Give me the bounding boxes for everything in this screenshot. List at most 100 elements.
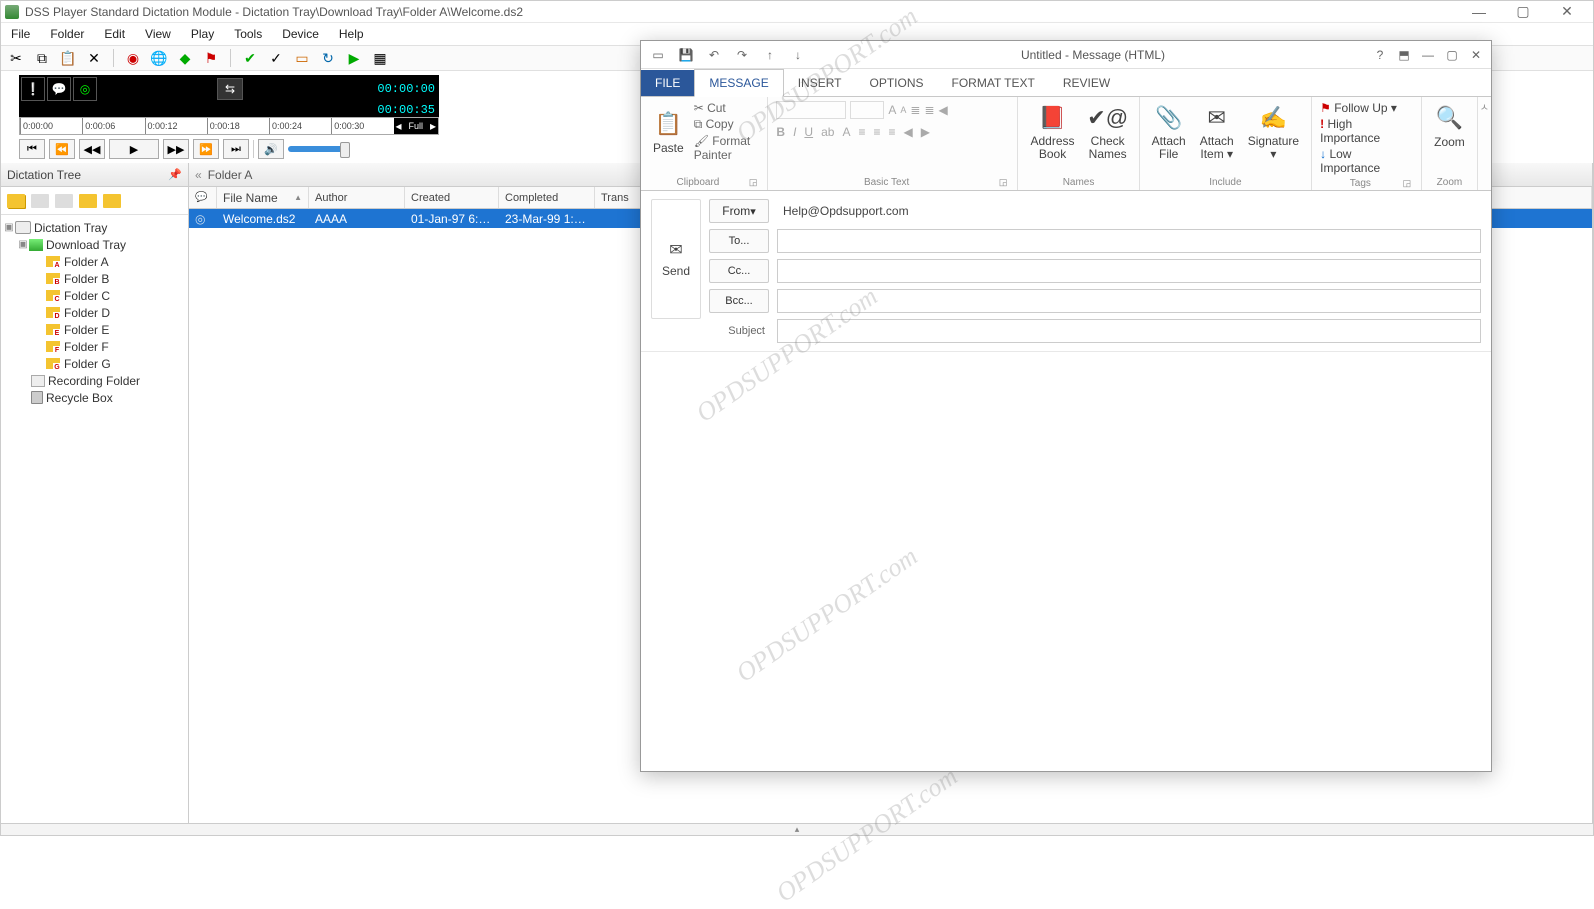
- copy-button[interactable]: ⧉ Copy: [694, 117, 760, 132]
- shrink-font-icon[interactable]: A: [900, 105, 906, 115]
- high-importance-button[interactable]: ! High Importance: [1320, 117, 1413, 145]
- next-item-icon[interactable]: ↓: [789, 46, 807, 64]
- timeline-right-arrow[interactable]: ▸: [428, 118, 438, 134]
- col-status[interactable]: 💬: [189, 187, 217, 208]
- bullets-icon[interactable]: ≣: [910, 103, 920, 117]
- rewind-button[interactable]: ◀◀: [79, 139, 105, 159]
- skip-end-button[interactable]: ⏭: [223, 139, 249, 159]
- tree-folder-g[interactable]: GFolder G: [3, 355, 186, 372]
- cut-icon[interactable]: ✂: [7, 49, 25, 67]
- col-author[interactable]: Author: [309, 187, 405, 208]
- tree-root[interactable]: ▣ Dictation Tray: [3, 219, 186, 236]
- italic-button[interactable]: I: [793, 125, 796, 139]
- tool3-icon[interactable]: ◆: [176, 49, 194, 67]
- maximize-button[interactable]: ▢: [1509, 2, 1537, 22]
- skip-start-button[interactable]: ⏮: [19, 139, 45, 159]
- tree-download[interactable]: ▣ Download Tray: [3, 236, 186, 253]
- tab-review[interactable]: REVIEW: [1049, 70, 1124, 96]
- record-icon[interactable]: ◉: [124, 49, 142, 67]
- paste-button[interactable]: 📋 Paste: [649, 107, 688, 157]
- timeline-left-arrow[interactable]: ◂: [394, 118, 404, 134]
- signature-button[interactable]: ✍Signature ▾: [1244, 101, 1303, 163]
- col-filename[interactable]: File Name▲: [217, 187, 309, 208]
- check-names-button[interactable]: ✔@Check Names: [1085, 101, 1131, 163]
- folder2-icon[interactable]: [31, 194, 49, 208]
- save-icon[interactable]: 💾: [677, 46, 695, 64]
- delete-icon[interactable]: ✕: [85, 49, 103, 67]
- col-created[interactable]: Created: [405, 187, 499, 208]
- align-center-icon[interactable]: ≡: [873, 125, 880, 139]
- align-right-icon[interactable]: ≡: [888, 125, 895, 139]
- menu-edit[interactable]: Edit: [104, 27, 125, 41]
- menu-help[interactable]: Help: [339, 27, 364, 41]
- menu-folder[interactable]: Folder: [50, 27, 84, 41]
- prev-item-icon[interactable]: ↑: [761, 46, 779, 64]
- launcher-icon[interactable]: ◲: [1401, 178, 1414, 189]
- tree-recording-folder[interactable]: Recording Folder: [3, 372, 186, 389]
- menu-file[interactable]: File: [11, 27, 30, 41]
- play-button[interactable]: ▶: [109, 139, 159, 159]
- low-importance-button[interactable]: ↓ Low Importance: [1320, 147, 1413, 175]
- cc-input[interactable]: [777, 259, 1481, 283]
- tree-folder-b[interactable]: BFolder B: [3, 270, 186, 287]
- close-button[interactable]: ✕: [1553, 2, 1581, 22]
- switch-view-icon[interactable]: ⇆: [217, 78, 243, 100]
- volume-slider[interactable]: [288, 146, 348, 152]
- launcher-icon[interactable]: ◲: [747, 177, 760, 188]
- bcc-input[interactable]: [777, 289, 1481, 313]
- message-body[interactable]: [641, 352, 1491, 771]
- cut-button[interactable]: ✂ Cut: [694, 101, 760, 115]
- folder-open-icon[interactable]: [7, 194, 25, 208]
- folder5-icon[interactable]: [103, 194, 121, 208]
- outdent-icon[interactable]: ◀: [904, 125, 913, 139]
- minimize-button[interactable]: —: [1465, 2, 1493, 22]
- globe-icon[interactable]: 🌐: [150, 49, 168, 67]
- follow-up-button[interactable]: ⚑ Follow Up ▾: [1320, 101, 1413, 115]
- launcher-icon[interactable]: ◲: [997, 177, 1010, 188]
- send-button[interactable]: ✉ Send: [651, 199, 701, 319]
- attach-item-button[interactable]: ✉Attach Item ▾: [1196, 101, 1238, 163]
- bcc-button[interactable]: Bcc...: [709, 289, 769, 313]
- tab-insert[interactable]: INSERT: [784, 70, 856, 96]
- tab-format-text[interactable]: FORMAT TEXT: [938, 70, 1049, 96]
- settings-icon[interactable]: ▦: [371, 49, 389, 67]
- tab-file[interactable]: FILE: [641, 70, 694, 96]
- from-button[interactable]: From ▾: [709, 199, 769, 223]
- tree-folder-a[interactable]: AFolder A: [3, 253, 186, 270]
- expander-icon[interactable]: ▣: [17, 239, 29, 250]
- col-completed[interactable]: Completed: [499, 187, 595, 208]
- flag-icon[interactable]: ⚑: [202, 49, 220, 67]
- paste-icon[interactable]: 📋: [59, 49, 77, 67]
- expand-up-icon[interactable]: ▴: [795, 824, 800, 835]
- collapse-ribbon-icon[interactable]: ㅅ: [1480, 99, 1489, 114]
- to-input[interactable]: [777, 229, 1481, 253]
- send-icon[interactable]: ▶: [345, 49, 363, 67]
- refresh-icon[interactable]: ↻: [319, 49, 337, 67]
- prev-button[interactable]: ⏪: [49, 139, 75, 159]
- format-painter-button[interactable]: 🖌 Format Painter: [694, 134, 760, 162]
- volume-icon[interactable]: 🔊: [258, 139, 284, 159]
- tree-folder-f[interactable]: FFolder F: [3, 338, 186, 355]
- subject-input[interactable]: [777, 319, 1481, 343]
- bold-button[interactable]: B: [776, 125, 785, 139]
- highlight-icon[interactable]: ab: [821, 125, 834, 139]
- tree-folder-e[interactable]: EFolder E: [3, 321, 186, 338]
- cc-button[interactable]: Cc...: [709, 259, 769, 283]
- undo-icon[interactable]: ↶: [705, 46, 723, 64]
- tree-recycle-box[interactable]: Recycle Box: [3, 389, 186, 406]
- zoom-button[interactable]: 🔍Zoom: [1430, 101, 1469, 151]
- address-book-button[interactable]: 📕Address Book: [1026, 101, 1078, 163]
- control-menu-icon[interactable]: ▭: [649, 46, 667, 64]
- indent2-icon[interactable]: ▶: [921, 125, 930, 139]
- maximize-button[interactable]: ▢: [1443, 46, 1461, 64]
- font-size-dropdown[interactable]: [850, 101, 884, 119]
- help-icon[interactable]: ?: [1371, 46, 1389, 64]
- forward-button[interactable]: ▶▶: [163, 139, 189, 159]
- check-icon[interactable]: ✔: [241, 49, 259, 67]
- folder4-icon[interactable]: [79, 194, 97, 208]
- expander-icon[interactable]: ▣: [3, 222, 15, 233]
- collapse-icon[interactable]: «: [195, 168, 202, 182]
- folder3-icon[interactable]: [55, 194, 73, 208]
- menu-view[interactable]: View: [145, 27, 171, 41]
- font-color-icon[interactable]: A: [842, 125, 850, 139]
